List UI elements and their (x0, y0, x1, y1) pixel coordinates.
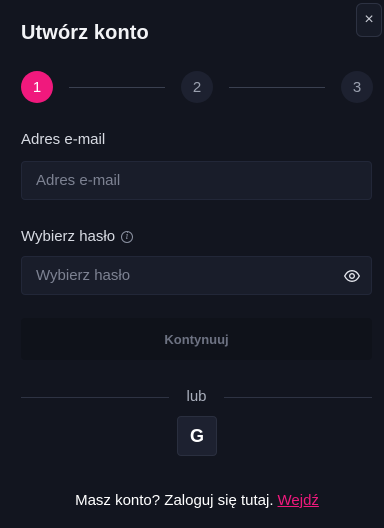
close-icon: × (364, 11, 374, 28)
password-label: Wybierz hasło i (21, 228, 134, 245)
google-icon: G (189, 425, 204, 446)
login-prompt: Masz konto? Zaloguj się tutaj. Wejdź (0, 492, 384, 509)
password-label-text: Wybierz hasło (21, 228, 116, 245)
step-2: 2 (181, 71, 213, 103)
dialog-title: Utwórz konto (21, 22, 149, 44)
email-field-wrapper (21, 161, 372, 200)
eye-icon[interactable] (343, 268, 361, 284)
close-button[interactable]: × (356, 3, 382, 37)
step-1: 1 (21, 71, 53, 103)
email-field[interactable] (22, 162, 371, 199)
email-label: Adres e-mail (21, 131, 105, 148)
step-connector (69, 87, 165, 88)
password-field-wrapper (21, 256, 372, 295)
continue-button[interactable]: Kontynuuj (21, 318, 372, 360)
divider-line (224, 397, 372, 398)
signup-dialog: Utwórz konto × 1 2 3 Adres e-mail Wybier… (0, 0, 384, 528)
login-link[interactable]: Wejdź (278, 492, 319, 509)
or-divider: lub (21, 388, 372, 406)
stepper: 1 2 3 (21, 71, 373, 103)
step-connector (229, 87, 325, 88)
login-prompt-text: Masz konto? Zaloguj się tutaj. (75, 492, 274, 509)
email-label-text: Adres e-mail (21, 131, 106, 148)
info-icon[interactable]: i (121, 230, 134, 243)
step-3: 3 (341, 71, 373, 103)
google-login-button[interactable]: G (177, 416, 217, 456)
password-field[interactable] (22, 257, 371, 294)
